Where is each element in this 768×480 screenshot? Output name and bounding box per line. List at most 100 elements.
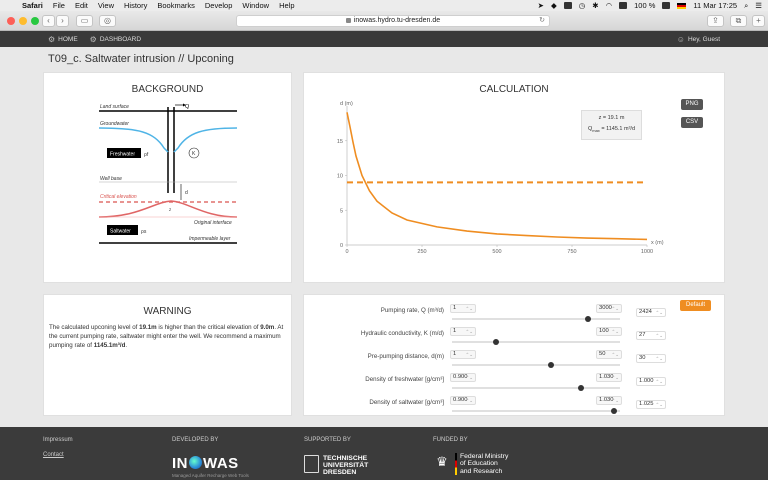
contact-link[interactable]: Contact bbox=[43, 452, 64, 458]
developed-by-title: DEVELOPED BY bbox=[172, 437, 219, 443]
menubar-clock[interactable]: 11 Mar 17:25 bbox=[693, 1, 737, 10]
funded-by-title: FUNDED BY bbox=[433, 437, 468, 443]
parameter-label: Density of freshwater [g/cm³] bbox=[365, 376, 444, 383]
spinner-icon: ⌃⌄ bbox=[611, 375, 619, 380]
x-axis-label: x (m) bbox=[651, 240, 664, 246]
macos-menubar: Safari File Edit View History Bookmarks … bbox=[0, 0, 768, 11]
menu-bookmarks[interactable]: Bookmarks bbox=[157, 1, 195, 10]
png-button[interactable]: PNG bbox=[681, 99, 703, 110]
menu-develop[interactable]: Develop bbox=[205, 1, 233, 10]
parameter-value-input[interactable]: 1.025 ⌃⌄ bbox=[636, 400, 666, 409]
parameter-value-input[interactable]: 30 ⌃⌄ bbox=[636, 354, 666, 363]
inowas-logo[interactable]: IN WAS bbox=[172, 455, 239, 472]
search-icon[interactable]: ⌕ bbox=[744, 1, 748, 11]
footer: Impressum Contact DEVELOPED BY SUPPORTED… bbox=[0, 427, 768, 480]
menu-history[interactable]: History bbox=[124, 1, 147, 10]
menu-window[interactable]: Window bbox=[242, 1, 269, 10]
parameter-value-input[interactable]: 27 ⌃⌄ bbox=[636, 331, 666, 340]
menu-help[interactable]: Help bbox=[279, 1, 294, 10]
spinner-icon: ⌃⌄ bbox=[655, 402, 663, 407]
url-text: inowas.hydro.tu-dresden.de bbox=[353, 17, 441, 24]
user-icon: ☺ bbox=[676, 34, 685, 44]
forward-button[interactable]: › bbox=[56, 15, 69, 27]
parameter-value-input[interactable]: 1.000 ⌃⌄ bbox=[636, 377, 666, 386]
user-menu[interactable]: ☺ Hey, Guest bbox=[677, 35, 720, 44]
user-greeting: Hey, Guest bbox=[687, 35, 720, 43]
battery-text[interactable]: 100 % bbox=[634, 1, 655, 10]
new-tab-button[interactable]: + bbox=[752, 15, 765, 27]
timemachine-icon[interactable]: ◷ bbox=[579, 1, 586, 10]
dropbox-icon[interactable]: ◆ bbox=[551, 1, 557, 10]
parameter-row: Hydraulic conductivity, K (m/d) 1 ⌃⌄ 100 ⌃⌄ 2… bbox=[304, 320, 726, 345]
bmbf-logo-text[interactable]: Federal Ministry of Education and Research bbox=[460, 453, 508, 475]
tud-logo-text[interactable]: TECHNISCHE UNIVERSITÄT DRESDEN bbox=[323, 455, 368, 476]
parameter-row: Density of freshwater [g/cm³] 0.900 ⌃⌄ 1.03… bbox=[304, 366, 726, 391]
tabs-button[interactable]: ⧉ bbox=[730, 15, 747, 27]
nav-home[interactable]: ⚙ HOME bbox=[48, 35, 78, 44]
battery-icon bbox=[662, 2, 671, 9]
parameter-min-input[interactable]: 0.900 ⌃⌄ bbox=[450, 373, 476, 382]
nav-dashboard-label: DASHBOARD bbox=[99, 35, 142, 43]
top-sites-button[interactable]: ◎ bbox=[99, 15, 116, 27]
tud-logo-icon bbox=[304, 455, 319, 473]
menu-list-icon[interactable]: ☰ bbox=[755, 1, 762, 10]
display-icon[interactable] bbox=[563, 2, 572, 9]
spinner-icon: ⌃⌄ bbox=[611, 352, 619, 357]
result-info-box: z = 19.1 m Qmax = 1145.1 m³/d bbox=[581, 110, 642, 140]
parameter-slider[interactable] bbox=[452, 408, 620, 414]
rho-f-label: ρf bbox=[144, 152, 149, 158]
status-area: ➤ ◆ ◷ ✱ ◠ 100 % 11 Mar 17:25 ⌕ ☰ bbox=[538, 1, 768, 11]
d-label: d bbox=[185, 190, 188, 196]
address-bar[interactable]: inowas.hydro.tu-dresden.de ↻ bbox=[236, 15, 550, 27]
inowas-tagline: Managed Aquifer Recharge Web Tools bbox=[172, 473, 249, 478]
parameter-min-input[interactable]: 1 ⌃⌄ bbox=[450, 350, 476, 359]
x-tick-label: 750 bbox=[567, 249, 576, 255]
sidebar-toggle-button[interactable]: ▭ bbox=[76, 15, 93, 27]
gear-icon: ⚙ bbox=[48, 34, 56, 44]
parameters-card: Default Pumping rate, Q (m³/d) 1 ⌃⌄ 3000 ⌃⌄ 2… bbox=[303, 294, 725, 416]
z-label: z bbox=[169, 207, 172, 212]
minimize-window-button[interactable] bbox=[19, 17, 27, 25]
calculation-card: CALCULATION 0 5 10 15 0 250 500 750 1000 d (m) x (… bbox=[303, 72, 725, 283]
csv-button[interactable]: CSV bbox=[681, 117, 703, 128]
menu-view[interactable]: View bbox=[98, 1, 114, 10]
parameter-value-input[interactable]: 2424 ⌃⌄ bbox=[636, 308, 666, 317]
interface-line bbox=[98, 200, 238, 218]
y-axis-label: d (m) bbox=[340, 101, 353, 107]
parameter-min-input[interactable]: 1 ⌃⌄ bbox=[450, 304, 476, 313]
reload-icon[interactable]: ↻ bbox=[539, 16, 545, 26]
y-tick-label: 0 bbox=[340, 243, 343, 249]
back-button[interactable]: ‹ bbox=[42, 15, 55, 27]
parameter-max-input[interactable]: 50 ⌃⌄ bbox=[596, 350, 622, 359]
impermeable-label: Impermeable layer bbox=[189, 236, 231, 242]
menu-file[interactable]: File bbox=[53, 1, 65, 10]
parameter-max-input[interactable]: 1.030 ⌃⌄ bbox=[596, 396, 622, 405]
y-tick-label: 5 bbox=[340, 208, 343, 214]
warning-title: WARNING bbox=[143, 306, 192, 317]
bluetooth-icon[interactable]: ✱ bbox=[592, 1, 598, 10]
parameter-min-input[interactable]: 1 ⌃⌄ bbox=[450, 327, 476, 336]
airplay-icon[interactable] bbox=[619, 2, 628, 9]
spinner-icon: ⌃⌄ bbox=[611, 398, 619, 403]
parameter-min-input[interactable]: 0.900 ⌃⌄ bbox=[450, 396, 476, 405]
menu-edit[interactable]: Edit bbox=[75, 1, 88, 10]
share-button[interactable]: ⇪ bbox=[707, 15, 724, 27]
close-window-button[interactable] bbox=[7, 17, 15, 25]
menu-app[interactable]: Safari bbox=[22, 1, 43, 10]
impressum-link[interactable]: Impressum bbox=[43, 437, 73, 443]
slider-thumb[interactable] bbox=[610, 408, 617, 414]
zoom-window-button[interactable] bbox=[31, 17, 39, 25]
spinner-icon: ⌃⌄ bbox=[465, 306, 473, 311]
parameter-max-input[interactable]: 1.030 ⌃⌄ bbox=[596, 373, 622, 382]
nav-dashboard[interactable]: ⚙ DASHBOARD bbox=[90, 35, 141, 44]
parameter-max-input[interactable]: 100 ⌃⌄ bbox=[596, 327, 622, 336]
input-source-flag-icon[interactable] bbox=[677, 2, 687, 9]
parameter-max-input[interactable]: 3000 ⌃⌄ bbox=[596, 304, 622, 313]
wifi-icon[interactable]: ◠ bbox=[606, 1, 613, 10]
location-icon[interactable]: ➤ bbox=[538, 1, 544, 10]
parameter-row: Density of saltwater [g/cm³] 0.900 ⌃⌄ 1.030… bbox=[304, 389, 726, 414]
background-diagram: Land surface Q Groundwater Freshwater ρf… bbox=[98, 103, 238, 244]
spinner-icon: ⌃⌄ bbox=[611, 329, 619, 334]
parameter-label: Density of saltwater [g/cm³] bbox=[369, 399, 444, 406]
supported-by-title: SUPPORTED BY bbox=[304, 437, 351, 443]
